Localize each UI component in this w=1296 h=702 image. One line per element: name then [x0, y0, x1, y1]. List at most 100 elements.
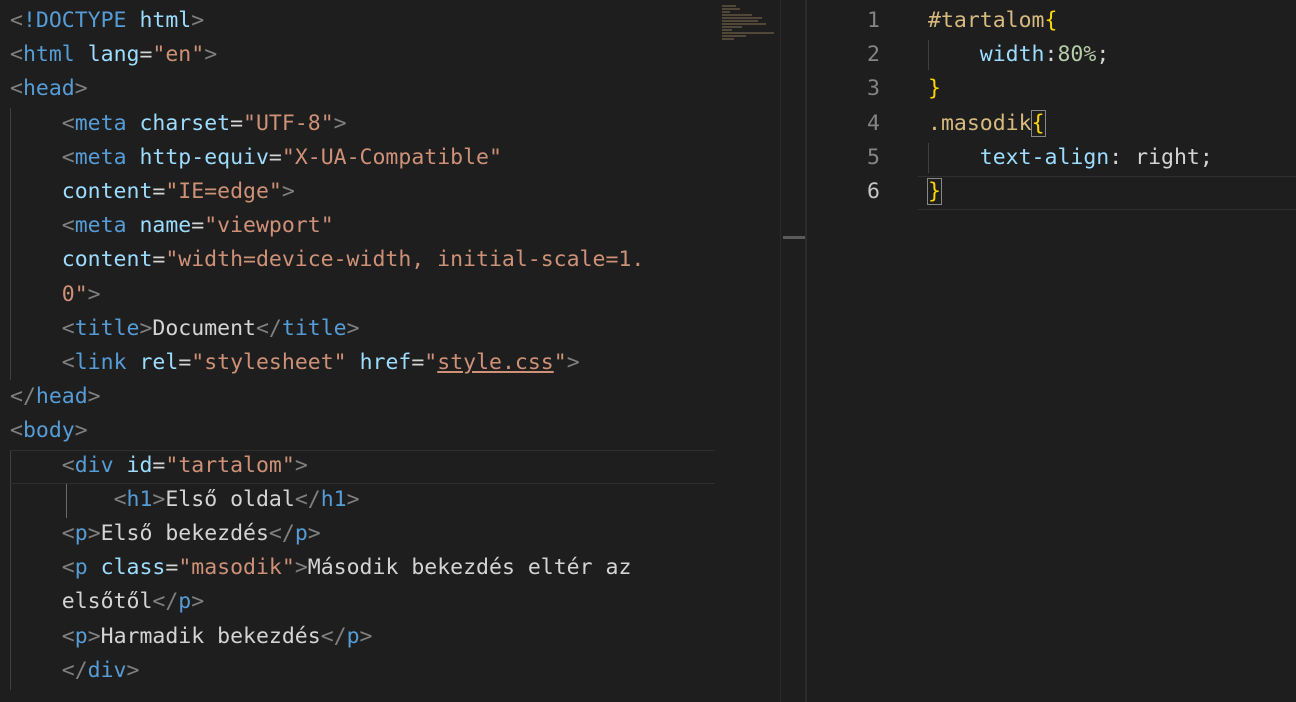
code-token: >	[74, 76, 88, 102]
code-line[interactable]: }	[927, 175, 942, 209]
code-token: >	[204, 42, 218, 68]
code-token: 0"	[61, 281, 88, 307]
code-token: =	[152, 452, 166, 478]
code-token: head	[35, 384, 88, 410]
code-token: href	[359, 350, 412, 375]
code-token: link	[74, 350, 127, 375]
code-token: "X-UA-Compatible"	[281, 144, 502, 170]
code-line[interactable]: <meta http-equiv="X-UA-Compatible"	[10, 141, 502, 175]
code-line[interactable]: content="width=device-width, initial-sca…	[10, 243, 645, 277]
code-token: <	[10, 76, 23, 102]
code-token: >	[191, 589, 205, 615]
code-line[interactable]: <h1>Első oldal</h1>	[10, 483, 360, 517]
code-line[interactable]: <p>Harmadik bekezdés</p>	[10, 620, 373, 654]
code-token: =	[411, 350, 425, 375]
code-token: </	[294, 486, 321, 512]
code-token: >	[74, 418, 88, 444]
code-token: </	[320, 623, 347, 649]
code-token: >	[139, 315, 153, 341]
code-token: Második bekezdés eltér az	[307, 555, 632, 581]
vertical-scrollbar[interactable]	[780, 0, 806, 702]
code-line[interactable]: <p>Első bekezdés</p>	[10, 517, 321, 551]
code-line[interactable]: content="IE=edge">	[10, 175, 295, 209]
code-token: content	[61, 247, 153, 273]
code-token: >	[126, 657, 140, 683]
code-token: lang	[87, 42, 140, 68]
minimap[interactable]	[722, 4, 780, 50]
code-line[interactable]: <meta name="viewport"	[10, 209, 334, 243]
code-token: p	[74, 555, 88, 581]
line-number: 5	[867, 144, 880, 170]
code-token: =	[178, 350, 192, 375]
code-line[interactable]: <head>	[10, 72, 88, 106]
code-line[interactable]: <title>Document</title>	[10, 312, 360, 346]
code-line[interactable]: .masodik{	[928, 107, 1046, 141]
current-line-highlight	[918, 176, 1296, 210]
code-token: >	[294, 555, 308, 581]
code-line[interactable]: <div id="tartalom">	[10, 449, 308, 483]
line-number: 4	[867, 110, 880, 136]
code-line[interactable]: <link rel="stylesheet" href="style.css">	[10, 346, 580, 380]
code-token: }	[928, 76, 941, 102]
code-token: >	[346, 315, 360, 341]
html-editor[interactable]: <!DOCTYPE html> <html lang="en"> <head> <m…	[0, 0, 780, 702]
code-token: >	[152, 486, 166, 512]
code-token: html	[139, 8, 192, 33]
code-token: "viewport"	[204, 213, 334, 239]
code-token: h1	[320, 486, 347, 512]
code-token: charset	[139, 110, 231, 136]
code-token: p	[294, 521, 308, 546]
code-token: meta	[74, 110, 127, 136]
editor-split-divider[interactable]	[805, 0, 807, 702]
code-token: >	[281, 179, 295, 204]
code-token: >	[87, 281, 101, 307]
code-token: </	[268, 521, 295, 546]
code-token: Első bekezdés	[100, 521, 269, 546]
code-token: Harmadik bekezdés	[100, 623, 321, 649]
code-token: >	[359, 623, 373, 649]
code-token: =	[268, 144, 282, 170]
code-line[interactable]: 0">	[10, 278, 101, 312]
code-token: }	[927, 178, 942, 205]
code-token: <	[61, 555, 75, 581]
code-token: <	[61, 521, 75, 546]
code-line[interactable]: <meta charset="UTF-8">	[10, 107, 347, 141]
code-line[interactable]: }	[928, 72, 941, 106]
code-line[interactable]: </head>	[10, 380, 101, 414]
line-number: 6	[867, 179, 880, 204]
code-line[interactable]: <p class="masodik">Második bekezdés elté…	[10, 551, 632, 585]
code-token: <	[61, 110, 75, 136]
code-line[interactable]: elsőtől</p>	[10, 585, 204, 619]
code-token: title	[74, 315, 140, 341]
code-token: : right;	[1109, 144, 1213, 170]
code-line[interactable]: width:80%;	[928, 38, 1109, 72]
code-line[interactable]: #tartalom{	[928, 4, 1057, 38]
css-editor[interactable]: #tartalom{ width:80%;} .masodik{ text-ali…	[808, 0, 1296, 702]
code-token: http-equiv	[139, 144, 269, 170]
code-token: <	[10, 8, 23, 33]
code-token: "tartalom"	[165, 452, 295, 478]
code-line[interactable]: <body>	[10, 414, 88, 448]
code-token: width	[979, 42, 1045, 68]
code-line[interactable]: text-align: right;	[928, 141, 1213, 175]
code-token: meta	[74, 144, 127, 170]
code-token: =	[152, 179, 166, 204]
code-token: :	[1044, 42, 1058, 68]
code-line[interactable]: </div>	[10, 654, 140, 688]
code-line[interactable]: <!DOCTYPE html>	[10, 4, 204, 38]
code-token: "	[424, 350, 438, 375]
code-token: html	[22, 42, 75, 68]
code-line[interactable]: <html lang="en">	[10, 38, 217, 72]
scrollbar-thumb[interactable]	[783, 236, 805, 239]
